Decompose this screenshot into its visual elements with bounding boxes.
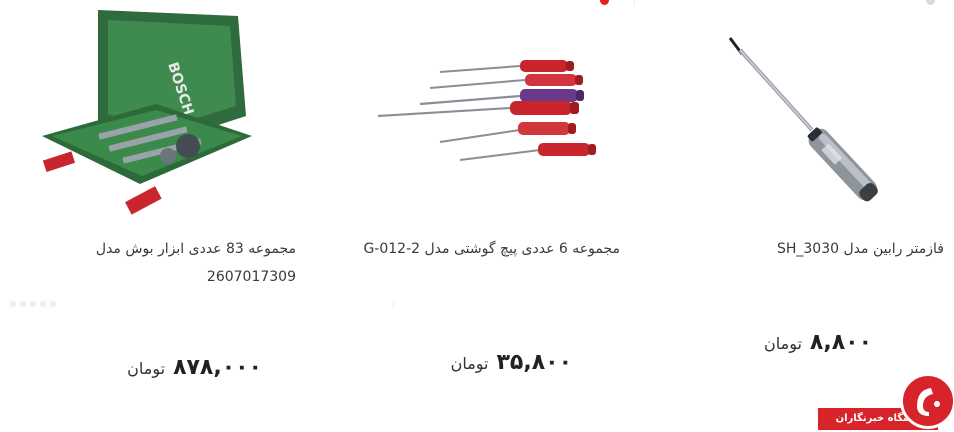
price-currency: تومان [127,359,166,378]
price: ۸۷۸,۰۰۰ تومان [127,355,262,380]
divider [393,302,394,308]
watermark-emblem-icon [900,373,954,429]
price-value: ۳۵,۸۰۰ [496,350,572,375]
product-title[interactable]: فازمتر رابین مدل SH_3030 [777,236,944,262]
screwdriver-set-image [377,60,596,161]
price-value: ۸,۸۰۰ [809,330,872,355]
price: ۸,۸۰۰ تومان [764,330,872,355]
product-card-screwdriver-set[interactable]: مجموعه 6 عددی پیچ گوشتی مدل G-012-2 ۳۵,۸… [330,0,650,432]
price-value: ۸۷۸,۰۰۰ [173,355,262,380]
product-title[interactable]: مجموعه 6 عددی پیچ گوشتی مدل G-012-2 [363,236,620,262]
price-currency: تومان [450,354,489,373]
watermark-logo: باشگاه خبرنگاران [818,367,954,432]
product-title[interactable]: مجموعه 83 عددی ابزار بوش مدل [96,236,296,262]
voltage-tester-image [728,37,878,202]
product-model[interactable]: 2607017309 [207,264,296,290]
price: ۳۵,۸۰۰ تومان [451,350,572,375]
product-card-bosch-tool-set[interactable]: BOSCH مجموعه 83 عددی ابزار بوش مدل 26070… [0,0,320,432]
price-currency: تومان [764,334,802,353]
bosch-toolkit-image: BOSCH [42,10,252,215]
rating-stars [10,301,56,307]
